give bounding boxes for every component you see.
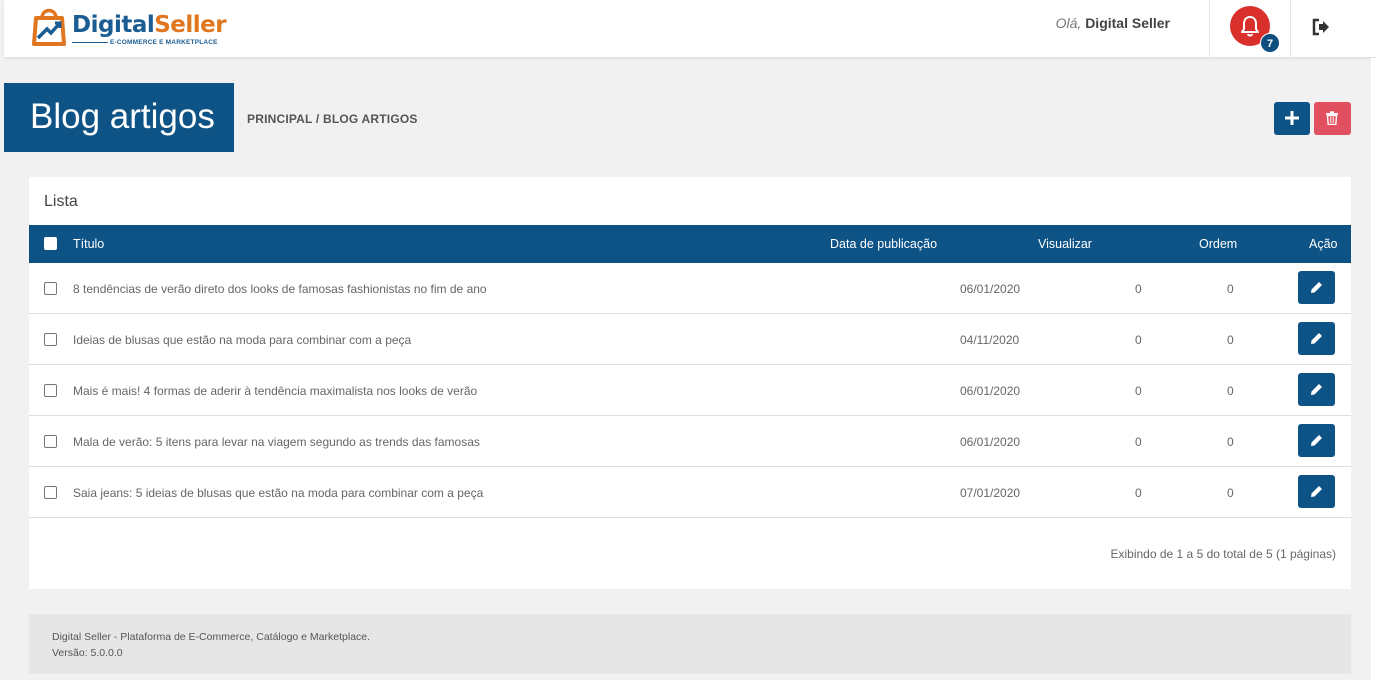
edit-button[interactable] [1298, 271, 1335, 304]
edit-button[interactable] [1298, 424, 1335, 457]
pagination-info: Exibindo de 1 a 5 do total de 5 (1 págin… [1110, 547, 1337, 561]
publish-date: 04/11/2020 [960, 333, 1020, 347]
pencil-icon [1311, 435, 1322, 446]
logout-button[interactable] [1310, 16, 1332, 38]
article-title: Ideias de blusas que estão na moda para … [73, 333, 412, 347]
publish-date: 07/01/2020 [960, 486, 1021, 500]
views-count: 0 [1135, 282, 1142, 296]
table-row: Mais é mais! 4 formas de aderir à tendên… [29, 365, 1351, 416]
add-article-button[interactable] [1274, 102, 1310, 135]
column-header-order[interactable]: Ordem [1199, 237, 1237, 251]
table-row: 8 tendências de verão direto dos looks d… [29, 263, 1351, 314]
edit-button[interactable] [1298, 475, 1335, 508]
pencil-icon [1311, 282, 1322, 293]
column-header-action: Ação [1309, 237, 1338, 251]
article-title: Mala de verão: 5 itens para levar na via… [73, 435, 480, 449]
views-count: 0 [1135, 333, 1142, 347]
page-footer: Digital Seller - Plataforma de E-Commerc… [29, 614, 1351, 674]
card-title: Lista [44, 193, 78, 210]
logo-tagline: E-COMMERCE E MARKETPLACE [110, 39, 218, 46]
header-divider [1209, 0, 1210, 58]
table-row: Mala de verão: 5 itens para levar na via… [29, 416, 1351, 467]
row-checkbox[interactable] [44, 435, 57, 448]
user-name: Digital Seller [1085, 15, 1170, 31]
row-checkbox[interactable] [44, 333, 57, 346]
pencil-icon [1311, 486, 1322, 497]
top-navbar: DigitalSeller E-COMMERCE E MARKETPLACE O… [4, 0, 1376, 58]
notification-count-badge: 7 [1260, 33, 1280, 53]
logo-wordmark: DigitalSeller [72, 12, 227, 38]
greeting-prefix: Olá, [1055, 15, 1082, 31]
breadcrumb[interactable]: PRINCIPAL / BLOG ARTIGOS [247, 112, 418, 126]
trash-icon [1326, 111, 1338, 125]
article-title: Saia jeans: 5 ideias de blusas que estão… [73, 486, 484, 500]
delete-selected-button[interactable] [1314, 102, 1351, 135]
footer-platform-text: Digital Seller - Plataforma de E-Commerc… [52, 631, 371, 643]
page-title: Blog artigos [4, 83, 234, 152]
shopping-bag-logo-icon [32, 8, 66, 46]
publish-date: 06/01/2020 [960, 435, 1021, 449]
page-right-edge [1371, 58, 1376, 680]
row-checkbox[interactable] [44, 384, 57, 397]
views-count: 0 [1135, 486, 1142, 500]
article-title: Mais é mais! 4 formas de aderir à tendên… [73, 384, 478, 398]
publish-date: 06/01/2020 [960, 282, 1021, 296]
order-value: 0 [1227, 384, 1234, 398]
row-checkbox[interactable] [44, 486, 57, 499]
logo-underline [72, 42, 108, 43]
edit-button[interactable] [1298, 322, 1335, 355]
digital-seller-logo[interactable]: DigitalSeller E-COMMERCE E MARKETPLACE [28, 2, 227, 52]
list-card: Lista Título Data de publicação Visualiz… [29, 177, 1351, 589]
table-row: Saia jeans: 5 ideias de blusas que estão… [29, 467, 1351, 518]
bell-icon [1241, 16, 1259, 37]
views-count: 0 [1135, 384, 1142, 398]
order-value: 0 [1227, 435, 1234, 449]
table-header: Título Data de publicação Visualizar Ord… [29, 225, 1351, 263]
plus-icon [1285, 111, 1299, 125]
table-row: Ideias de blusas que estão na moda para … [29, 314, 1351, 365]
order-value: 0 [1227, 282, 1234, 296]
order-value: 0 [1227, 333, 1234, 347]
footer-version-text: Versão: 5.0.0.0 [52, 647, 123, 659]
order-value: 0 [1227, 486, 1234, 500]
edit-button[interactable] [1298, 373, 1335, 406]
column-header-views[interactable]: Visualizar [1038, 237, 1092, 251]
pencil-icon [1311, 333, 1322, 344]
header-divider [1290, 0, 1291, 58]
column-header-title[interactable]: Título [73, 237, 104, 251]
column-header-date[interactable]: Data de publicação [830, 237, 937, 251]
publish-date: 06/01/2020 [960, 384, 1021, 398]
views-count: 0 [1135, 435, 1142, 449]
row-checkbox[interactable] [44, 282, 57, 295]
select-all-checkbox[interactable] [44, 237, 57, 250]
pencil-icon [1311, 384, 1322, 395]
user-greeting: Olá, Digital Seller [1056, 15, 1170, 31]
sign-out-icon [1312, 18, 1329, 36]
article-title: 8 tendências de verão direto dos looks d… [73, 282, 487, 296]
